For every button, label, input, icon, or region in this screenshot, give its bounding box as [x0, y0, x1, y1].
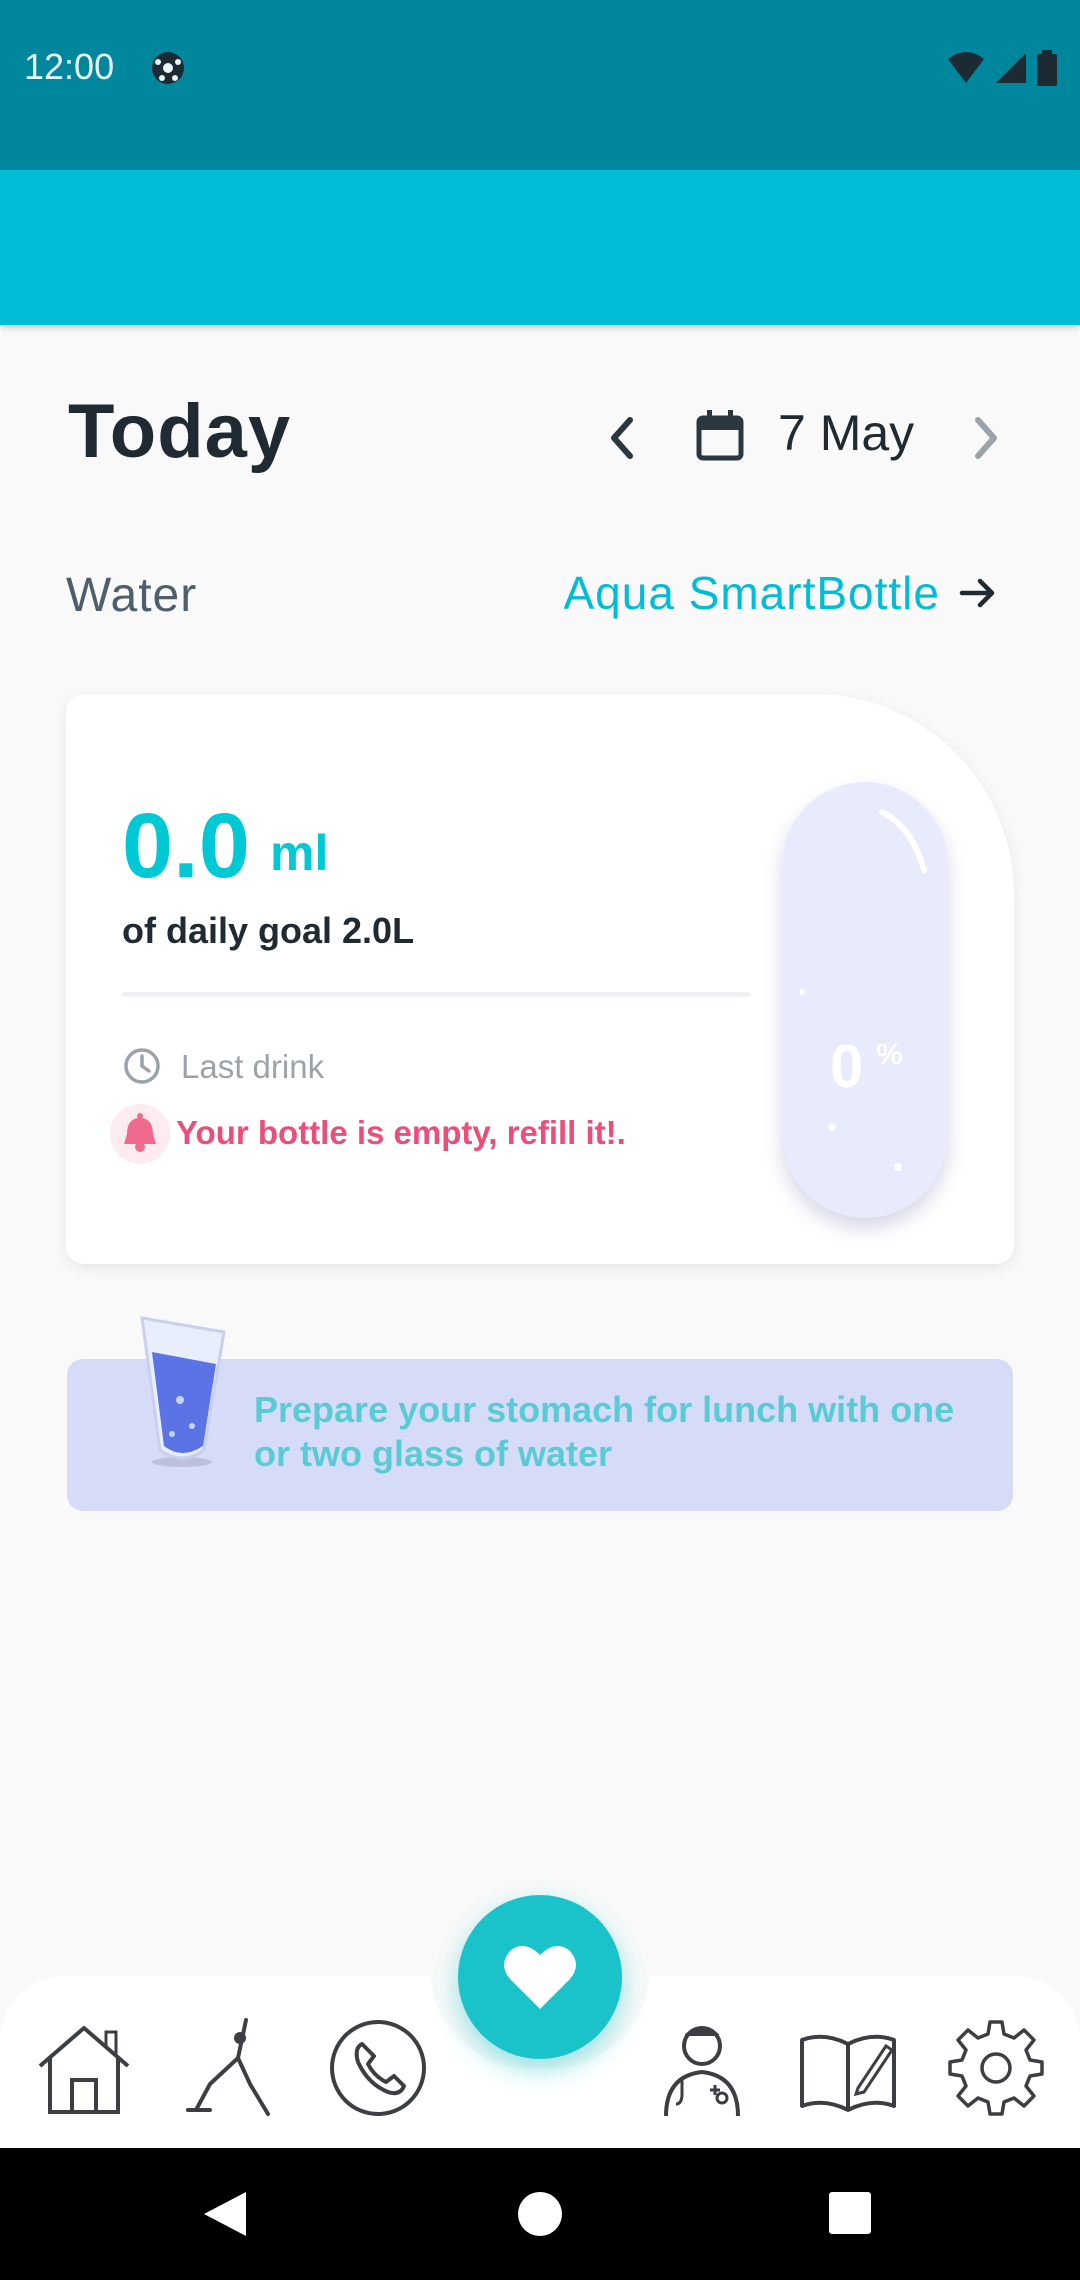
bottle-level-indicator: 0 % — [782, 782, 948, 1218]
arrow-right-icon — [959, 578, 995, 608]
clock-icon — [124, 1048, 160, 1084]
water-section-label: Water — [66, 569, 198, 622]
journal-icon[interactable] — [798, 2018, 898, 2118]
wifi-icon — [948, 52, 984, 83]
heart-icon — [504, 1945, 576, 2009]
status-time: 12:00 — [24, 46, 115, 87]
date-label[interactable]: 7 May — [778, 404, 914, 462]
daily-goal-text: of daily goal 2.0L — [122, 910, 415, 951]
soccer-ball-icon — [152, 52, 184, 84]
bottle-highlight-icon — [799, 809, 927, 1171]
yoga-icon[interactable] — [180, 2018, 280, 2118]
status-bar: 12:00 — [0, 0, 1080, 170]
card-divider — [122, 992, 750, 997]
home-icon[interactable] — [34, 2018, 134, 2118]
phone-icon[interactable] — [328, 2018, 428, 2118]
bottle-percent-sign: % — [876, 1038, 903, 1071]
calendar-icon[interactable] — [694, 408, 746, 464]
hydration-tip-text: Prepare your stomach for lunch with one … — [254, 1389, 955, 1474]
back-icon[interactable] — [200, 2190, 256, 2238]
recent-apps-button[interactable] — [829, 2192, 871, 2234]
water-glass-icon — [140, 1316, 226, 1467]
settings-icon[interactable] — [946, 2018, 1046, 2118]
heart-fab-button[interactable] — [458, 1895, 622, 2059]
refill-alert-text: Your bottle is empty, refill it!. — [176, 1114, 626, 1151]
home-button[interactable] — [518, 2192, 562, 2236]
water-intake-card: 0.0 ml of daily goal 2.0L Last drink You… — [66, 694, 1014, 1264]
status-icons — [946, 48, 1058, 88]
last-drink-label: Last drink — [181, 1048, 325, 1085]
bottle-percent-value: 0 — [830, 1033, 864, 1100]
app-bar — [0, 170, 1080, 325]
bottle-link-label: Aqua SmartBottle — [563, 567, 940, 619]
bell-icon-badge — [110, 1104, 170, 1164]
water-amount-value: 0.0 — [122, 795, 250, 897]
cellular-signal-icon — [996, 53, 1026, 83]
doctor-icon[interactable] — [652, 2018, 752, 2118]
water-amount-unit: ml — [270, 825, 329, 881]
battery-icon — [1037, 50, 1057, 86]
chevron-left-icon[interactable] — [598, 410, 646, 466]
chevron-right-icon[interactable] — [962, 410, 1010, 466]
page-title: Today — [68, 389, 292, 474]
bell-icon — [124, 1113, 156, 1152]
aqua-smartbottle-link[interactable]: Aqua SmartBottle — [563, 566, 998, 620]
